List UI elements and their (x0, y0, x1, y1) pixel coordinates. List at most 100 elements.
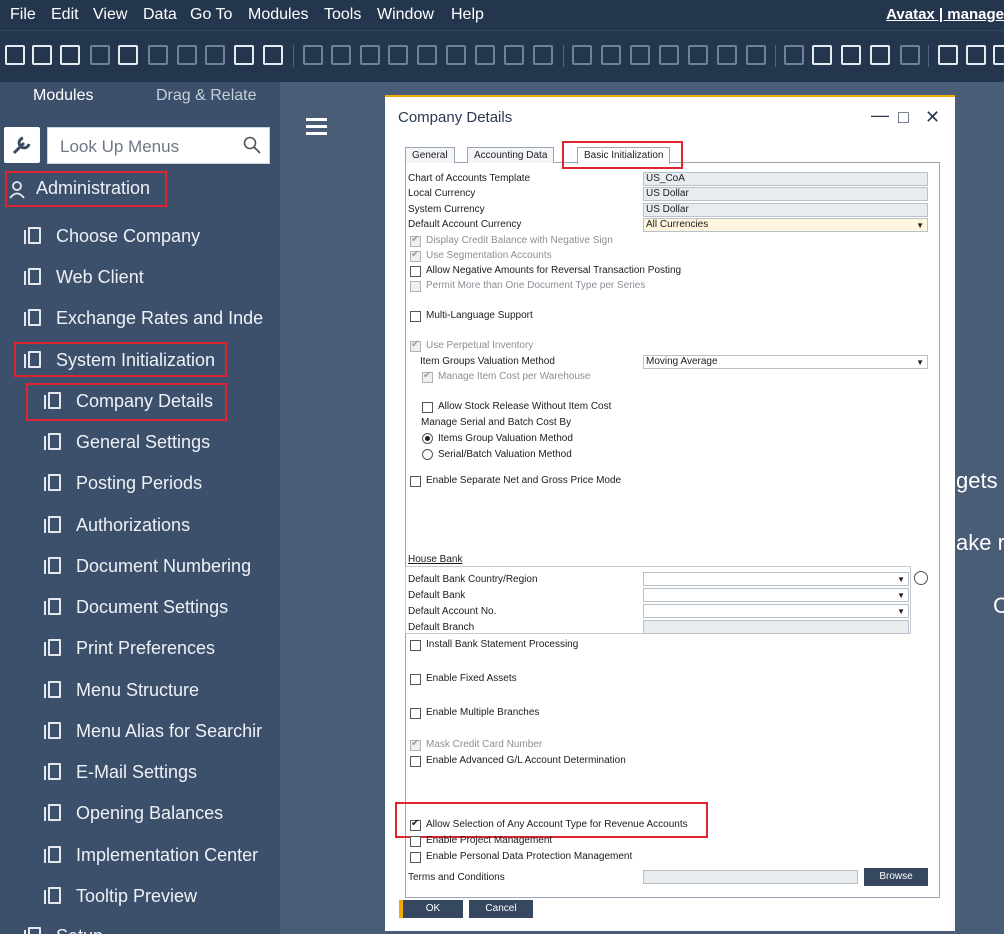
find-icon[interactable] (303, 45, 323, 65)
adv-gl-checkbox[interactable] (410, 756, 421, 767)
separate-net-checkbox[interactable] (410, 476, 421, 487)
negative-amounts-checkbox[interactable] (410, 266, 421, 277)
branch-field[interactable] (643, 620, 909, 634)
branches-checkbox[interactable] (410, 708, 421, 719)
hamburger-menu-icon[interactable] (306, 118, 327, 136)
fixed-assets-checkbox[interactable] (410, 674, 421, 685)
display-credit-checkbox[interactable] (410, 234, 421, 247)
menu-modules[interactable]: Modules (248, 6, 308, 24)
sidebar-item-posting-periods[interactable]: Posting Periods (76, 473, 202, 494)
email-icon[interactable] (90, 45, 110, 65)
browse-button[interactable]: Browse (864, 868, 928, 886)
chat-icon[interactable] (900, 45, 920, 65)
default-acct-currency-dropdown[interactable]: All Currencies ▼ (643, 218, 928, 232)
segmentation-checkbox[interactable] (410, 249, 421, 262)
sidebar-item-opening-balances[interactable]: Opening Balances (76, 803, 223, 824)
edit-icon[interactable] (784, 45, 804, 65)
sidebar-item-choose-company[interactable]: Choose Company (56, 226, 200, 247)
maximize-icon[interactable]: □ (898, 107, 909, 128)
lock-icon[interactable] (263, 45, 283, 65)
prev-record-icon[interactable] (388, 45, 408, 65)
permit-multi-checkbox[interactable] (410, 281, 421, 292)
sidebar-item-email-settings[interactable]: E-Mail Settings (76, 762, 197, 783)
menu-window[interactable]: Window (377, 6, 434, 24)
wrench-icon[interactable] (4, 127, 40, 163)
refresh-icon[interactable] (475, 45, 495, 65)
move-icon[interactable] (234, 45, 254, 65)
menu-goto[interactable]: Go To (190, 6, 232, 24)
base-document-icon[interactable] (572, 45, 592, 65)
menu-file[interactable]: File (10, 6, 36, 24)
sidebar-item-setup[interactable]: Setup (56, 926, 103, 934)
link-icon[interactable] (914, 571, 928, 585)
sms-icon[interactable] (118, 45, 138, 65)
last-record-icon[interactable] (446, 45, 466, 65)
menu-tools[interactable]: Tools (324, 6, 361, 24)
menu-help[interactable]: Help (451, 6, 484, 24)
sidebar-item-document-numbering[interactable]: Document Numbering (76, 556, 251, 577)
menu-edit[interactable]: Edit (51, 6, 79, 24)
sidebar-item-print-preferences[interactable]: Print Preferences (76, 638, 215, 659)
search-icon[interactable] (5, 45, 25, 65)
layout-icon[interactable] (812, 45, 832, 65)
minimize-icon[interactable]: — (871, 105, 889, 126)
volume-icon[interactable] (746, 45, 766, 65)
bank-country-dropdown[interactable]: ▼ (643, 572, 909, 586)
menu-data[interactable]: Data (143, 6, 177, 24)
valuation-method-dropdown[interactable]: Moving Average ▼ (643, 355, 928, 369)
sidebar-item-web-client[interactable]: Web Client (56, 267, 144, 288)
menu-view[interactable]: View (93, 6, 127, 24)
items-group-radio[interactable] (422, 433, 433, 444)
target-document-icon[interactable] (601, 45, 621, 65)
perpetual-checkbox[interactable] (410, 339, 421, 352)
sidebar-item-tooltip-preview[interactable]: Tooltip Preview (76, 886, 197, 907)
pdf-icon[interactable] (205, 45, 225, 65)
search-icon[interactable] (243, 136, 261, 154)
stock-release-checkbox[interactable] (422, 402, 433, 413)
journal-entry-icon[interactable] (630, 45, 650, 65)
first-record-icon[interactable] (360, 45, 380, 65)
payment-icon[interactable] (659, 45, 679, 65)
lookup-menus-input[interactable]: Look Up Menus (47, 127, 270, 164)
terms-field[interactable] (643, 870, 858, 884)
form-settings-icon[interactable] (841, 45, 861, 65)
serial-batch-radio[interactable] (422, 449, 433, 460)
sidebar-item-implementation-center[interactable]: Implementation Center (76, 845, 258, 866)
tab-accounting-data[interactable]: Accounting Data (467, 147, 555, 163)
tab-modules[interactable]: Modules (33, 87, 93, 105)
filter-icon[interactable] (504, 45, 524, 65)
excel-icon[interactable] (148, 45, 168, 65)
close-icon[interactable]: ✕ (925, 107, 940, 128)
next-record-icon[interactable] (417, 45, 437, 65)
bank-statement-checkbox[interactable] (410, 640, 421, 651)
bank-dropdown[interactable]: ▼ (643, 588, 909, 602)
print-icon[interactable] (32, 45, 52, 65)
account-no-dropdown[interactable]: ▼ (643, 604, 909, 618)
sidebar-item-menu-structure[interactable]: Menu Structure (76, 680, 199, 701)
alert-icon[interactable] (966, 45, 986, 65)
personal-data-checkbox[interactable] (410, 852, 421, 863)
sidebar-item-exchange-rates[interactable]: Exchange Rates and Inde (56, 308, 268, 329)
word-icon[interactable] (177, 45, 197, 65)
message-icon[interactable] (870, 45, 890, 65)
ok-button[interactable]: OK (399, 900, 463, 918)
balance-icon[interactable] (688, 45, 708, 65)
sidebar-item-document-settings[interactable]: Document Settings (76, 597, 228, 618)
timer-icon[interactable] (938, 45, 958, 65)
project-checkbox[interactable] (410, 836, 421, 847)
sidebar-item-general-settings[interactable]: General Settings (76, 432, 210, 453)
gross-profit-icon[interactable] (717, 45, 737, 65)
settings-icon[interactable] (993, 45, 1004, 65)
mask-cc-checkbox[interactable] (410, 738, 421, 751)
add-icon[interactable] (331, 45, 351, 65)
sort-icon[interactable] (533, 45, 553, 65)
print-preview-icon[interactable] (60, 45, 80, 65)
multilang-checkbox[interactable] (410, 311, 421, 322)
manage-cost-wh-checkbox[interactable] (422, 370, 433, 383)
tab-general[interactable]: General (405, 147, 455, 163)
user-link[interactable]: Avatax | manage (886, 6, 1004, 23)
cancel-button[interactable]: Cancel (469, 900, 533, 918)
tab-drag-relate[interactable]: Drag & Relate (156, 87, 257, 105)
sidebar-item-authorizations[interactable]: Authorizations (76, 515, 190, 536)
sidebar-item-menu-alias[interactable]: Menu Alias for Searchir (76, 721, 266, 742)
